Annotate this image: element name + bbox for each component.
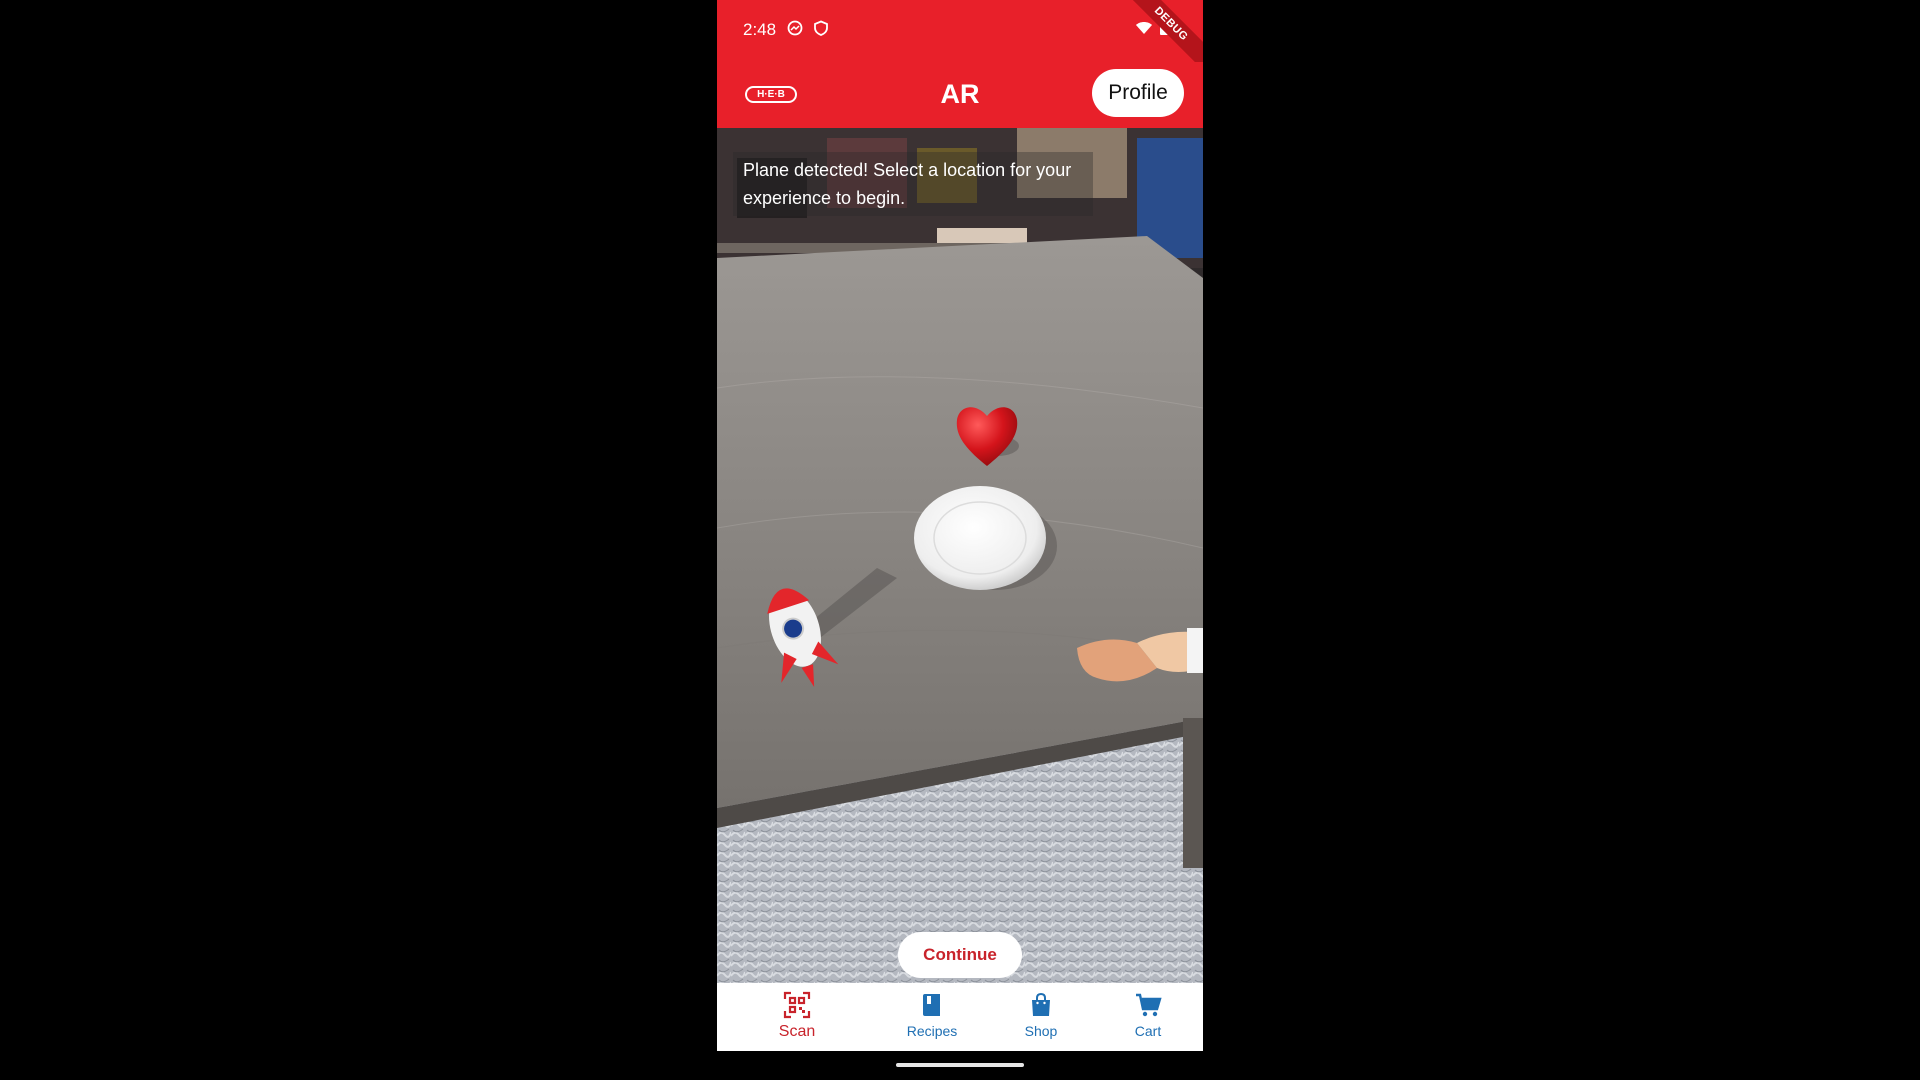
app-bar: H·E·B AR Profile <box>717 62 1203 128</box>
wifi-icon <box>1136 22 1152 34</box>
nav-item-cart[interactable]: Cart <box>1103 991 1193 1039</box>
continue-button[interactable]: Continue <box>898 932 1022 978</box>
nav-label-scan: Scan <box>778 1023 816 1040</box>
plate[interactable] <box>914 486 1046 590</box>
status-bar: 2:48 DEBUG <box>717 0 1203 74</box>
photo-icon <box>787 20 803 36</box>
nav-item-scan[interactable]: Scan <box>752 991 842 1041</box>
nav-label-recipes: Recipes <box>906 1023 958 1039</box>
ar-camera-view[interactable]: Plane detected! Select a location for yo… <box>717 128 1203 983</box>
phone-screen: 2:48 DEBUG H·E·B AR Profile Plane detect… <box>717 0 1203 1051</box>
shopping-bag-icon <box>1032 992 1050 1016</box>
shield-icon <box>814 20 828 36</box>
plane-detected-message: Plane detected! Select a location for yo… <box>733 152 1093 216</box>
nav-item-recipes[interactable]: Recipes <box>887 991 977 1039</box>
nav-label-shop: Shop <box>1024 1023 1058 1039</box>
nav-label-cart: Cart <box>1134 1023 1162 1039</box>
bottom-navigation: Scan Recipes Shop Cart <box>717 983 1203 1051</box>
status-time: 2:48 <box>743 20 777 39</box>
nav-item-shop[interactable]: Shop <box>996 991 1086 1039</box>
qr-scan-icon <box>783 991 811 1019</box>
home-indicator[interactable] <box>896 1063 1024 1067</box>
profile-button[interactable]: Profile <box>1092 69 1184 117</box>
cart-icon <box>1136 993 1162 1017</box>
camera-feed <box>717 128 1203 983</box>
book-icon <box>923 994 940 1016</box>
